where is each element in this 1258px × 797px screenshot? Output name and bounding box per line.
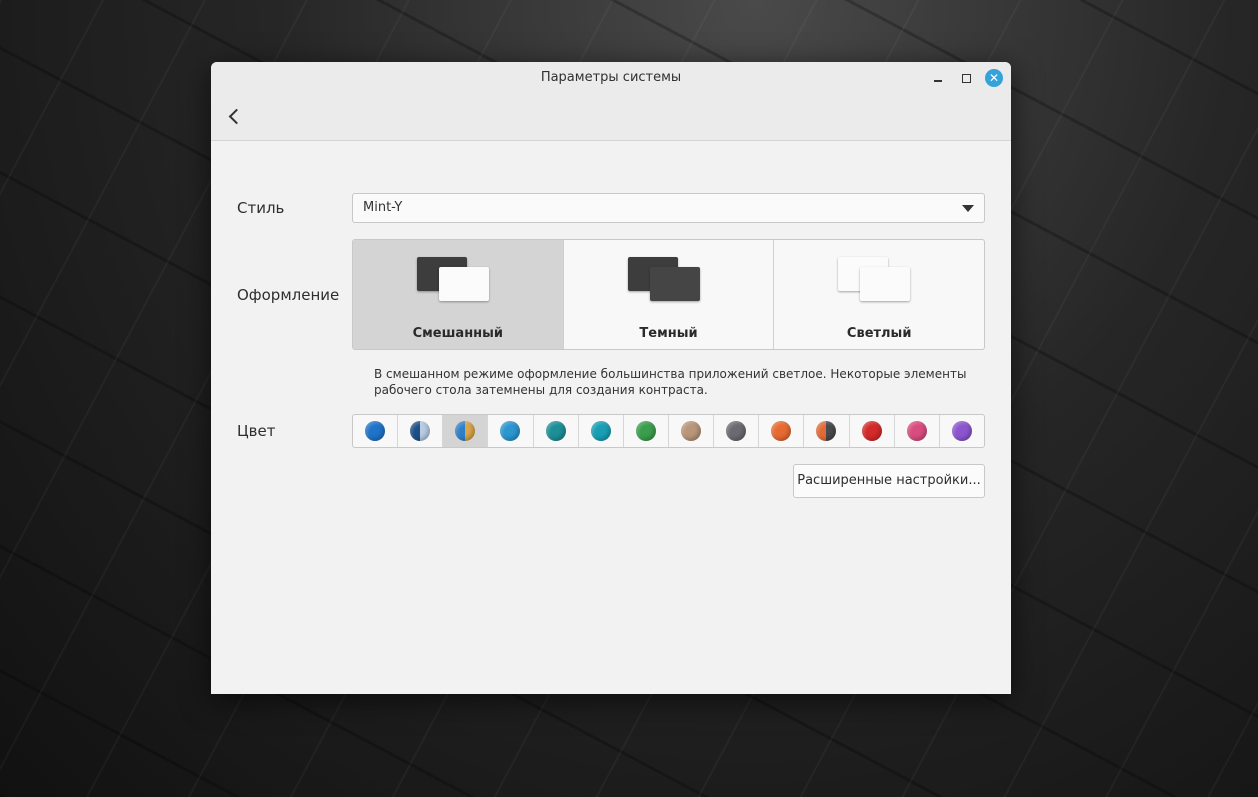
color-dot-icon [635,421,656,441]
color-swatch-grey[interactable] [714,415,760,447]
color-swatch-purple[interactable] [940,415,984,447]
settings-window: Параметры системы ✕ Стиль Mint-Y Оформле… [211,62,1011,694]
color-swatch-aqua[interactable] [488,415,534,447]
close-button[interactable]: ✕ [985,69,1003,87]
color-swatch-orange[interactable] [759,415,805,447]
window-title: Параметры системы [540,70,682,85]
maximize-icon [961,73,971,83]
advanced-settings-button[interactable]: Расширенные настройки... [793,464,985,498]
theme-option-light[interactable]: Светлый [774,240,984,349]
color-swatch-blue-sand-split[interactable] [443,415,489,447]
minimize-button[interactable] [929,69,947,87]
theme-selector: Смешанный Темный Светлый [352,239,985,350]
color-dot-icon [455,421,476,441]
theme-preview-light [838,257,914,305]
color-dot-icon [681,421,702,441]
theme-option-label: Темный [639,326,698,341]
maximize-button[interactable] [957,69,975,87]
color-swatch-cyan[interactable] [579,415,624,447]
color-dot-icon [906,421,927,441]
color-dot-icon [861,421,882,441]
color-dot-icon [500,421,521,441]
color-swatch-red[interactable] [850,415,895,447]
style-dropdown-value: Mint-Y [363,200,403,215]
color-swatch-teal[interactable] [534,415,579,447]
theme-description: В смешанном режиме оформление большинств… [374,367,967,397]
theme-option-label: Смешанный [412,326,504,341]
color-dot-icon [410,421,431,441]
color-dot-icon [771,421,792,441]
theme-option-mixed[interactable]: Смешанный [353,240,564,349]
theme-option-label: Светлый [846,326,912,341]
color-dot-icon [545,421,566,441]
theme-option-dark[interactable]: Темный [564,240,775,349]
color-swatch-orange-grey-split[interactable] [804,415,850,447]
chevron-down-icon [962,205,974,212]
minimize-icon [934,80,942,82]
color-swatch-pink[interactable] [895,415,940,447]
chevron-left-icon [228,108,244,124]
color-swatch-blue-light-split[interactable] [398,415,444,447]
color-dot-icon [726,421,747,441]
color-selector [352,414,985,448]
back-button[interactable] [223,102,245,130]
color-dot-icon [590,421,611,441]
style-dropdown[interactable]: Mint-Y [352,193,985,223]
close-icon: ✕ [988,71,1000,85]
color-dot-icon [951,421,972,441]
theme-preview-mixed [417,257,493,305]
color-swatch-green[interactable] [624,415,669,447]
color-swatch-sand[interactable] [669,415,715,447]
style-label: Стиль [237,199,285,217]
color-dot-icon [365,421,386,441]
theme-preview-dark [627,257,704,305]
title-bar: Параметры системы ✕ [211,62,1011,141]
color-label: Цвет [237,422,276,440]
theme-label: Оформление [237,286,340,304]
color-swatch-blue[interactable] [353,415,399,447]
color-dot-icon [816,421,837,441]
